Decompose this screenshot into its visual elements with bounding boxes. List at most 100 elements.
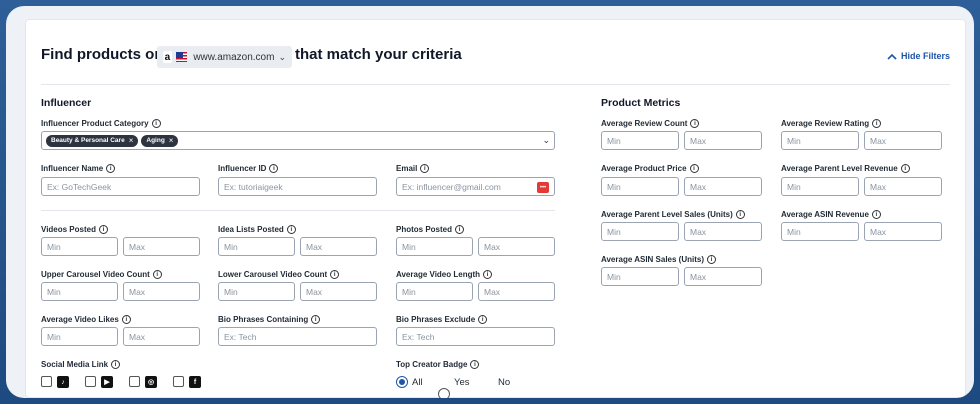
review-count-min[interactable]: Min xyxy=(601,131,679,150)
hide-filters-button[interactable]: Hide Filters xyxy=(887,51,950,61)
divider xyxy=(41,210,555,211)
badge-radio-yes[interactable] xyxy=(438,388,450,398)
instagram-checkbox[interactable] xyxy=(129,376,140,387)
marketplace-select[interactable]: a www.amazon.com ⌄ xyxy=(157,46,292,68)
avg-video-length-min[interactable]: Min xyxy=(396,282,473,301)
top-creator-badge-label: Top Creator Badge i xyxy=(396,360,480,369)
info-icon[interactable]: i xyxy=(689,164,699,173)
category-tag: Aging × xyxy=(141,134,179,147)
remove-tag-icon[interactable]: × xyxy=(129,136,134,145)
info-icon[interactable]: i xyxy=(420,164,430,173)
info-icon[interactable]: i xyxy=(735,210,745,219)
label-text: Average Review Rating xyxy=(781,119,870,128)
bio-exclude-input[interactable]: Ex: Tech xyxy=(396,327,555,346)
parent-sales-label: Average Parent Level Sales (Units) i xyxy=(601,210,745,219)
title-suffix: that match your criteria xyxy=(295,46,462,63)
review-rating-max[interactable]: Max xyxy=(864,131,942,150)
upper-carousel-max[interactable]: Max xyxy=(123,282,200,301)
divider xyxy=(41,84,950,85)
asin-revenue-max[interactable]: Max xyxy=(864,222,942,241)
info-icon[interactable]: i xyxy=(871,210,881,219)
badge-option-all[interactable]: All xyxy=(412,377,423,388)
us-flag-icon xyxy=(175,52,188,62)
lower-carousel-min[interactable]: Min xyxy=(218,282,295,301)
badge-radio-all[interactable] xyxy=(396,376,408,388)
parent-revenue-max[interactable]: Max xyxy=(864,177,942,196)
review-count-label: Average Review Count i xyxy=(601,119,700,128)
info-icon[interactable]: i xyxy=(900,164,910,173)
info-icon[interactable]: i xyxy=(707,255,716,264)
parent-sales-max[interactable]: Max xyxy=(684,222,762,241)
review-rating-label: Average Review Rating i xyxy=(781,119,882,128)
videos-posted-max[interactable]: Max xyxy=(123,237,200,256)
parent-sales-min[interactable]: Min xyxy=(601,222,679,241)
bio-containing-input[interactable]: Ex: Tech xyxy=(218,327,377,346)
tiktok-checkbox[interactable] xyxy=(41,376,52,387)
email-input[interactable]: Ex: influencer@gmail.com ••• xyxy=(396,177,555,196)
asin-sales-min[interactable]: Min xyxy=(601,267,679,286)
label-text: Videos Posted xyxy=(41,225,96,234)
info-icon[interactable]: i xyxy=(872,119,882,128)
bio-containing-label: Bio Phrases Containing i xyxy=(218,315,321,324)
idea-lists-min[interactable]: Min xyxy=(218,237,295,256)
avg-video-likes-max[interactable]: Max xyxy=(123,327,200,346)
asin-revenue-min[interactable]: Min xyxy=(781,222,859,241)
info-icon[interactable]: i xyxy=(269,164,279,173)
info-icon[interactable]: i xyxy=(311,315,321,324)
parent-revenue-min[interactable]: Min xyxy=(781,177,859,196)
email-placeholder: Ex: influencer@gmail.com xyxy=(402,181,501,192)
badge-option-no[interactable]: No xyxy=(498,377,510,388)
category-tag: Beauty & Personal Care × xyxy=(46,134,139,147)
bio-exclude-label: Bio Phrases Exclude i xyxy=(396,315,488,324)
review-count-max[interactable]: Max xyxy=(684,131,762,150)
label-text: Lower Carousel Video Count xyxy=(218,270,328,279)
info-icon[interactable]: i xyxy=(98,225,108,234)
upper-carousel-min[interactable]: Min xyxy=(41,282,118,301)
asin-sales-label: Average ASIN Sales (Units) i xyxy=(601,255,716,264)
email-action-icon[interactable]: ••• xyxy=(537,182,549,193)
info-icon[interactable]: i xyxy=(478,315,488,324)
review-rating-min[interactable]: Min xyxy=(781,131,859,150)
idea-lists-max[interactable]: Max xyxy=(300,237,377,256)
avg-video-likes-min[interactable]: Min xyxy=(41,327,118,346)
info-icon[interactable]: i xyxy=(286,225,296,234)
info-icon[interactable]: i xyxy=(106,164,116,173)
amazon-icon: a xyxy=(163,51,172,63)
category-multiselect[interactable]: Beauty & Personal Care × Aging × ⌄ xyxy=(41,131,555,150)
label-text: Social Media Link xyxy=(41,360,109,369)
lower-carousel-label: Lower Carousel Video Count i xyxy=(218,270,340,279)
asin-sales-max[interactable]: Max xyxy=(684,267,762,286)
videos-posted-min[interactable]: Min xyxy=(41,237,118,256)
info-icon[interactable]: i xyxy=(470,360,480,369)
info-icon[interactable]: i xyxy=(151,119,161,128)
influencer-id-label: Influencer ID i xyxy=(218,164,279,173)
idea-lists-label: Idea Lists Posted i xyxy=(218,225,296,234)
photos-posted-max[interactable]: Max xyxy=(478,237,555,256)
remove-tag-icon[interactable]: × xyxy=(169,136,174,145)
influencer-name-input[interactable]: Ex: GoTechGeek xyxy=(41,177,200,196)
chevron-down-icon[interactable]: ⌄ xyxy=(542,135,550,146)
product-price-min[interactable]: Min xyxy=(601,177,679,196)
filter-card: Find products on a www.amazon.com ⌄ that… xyxy=(25,19,966,398)
info-icon[interactable]: i xyxy=(111,360,121,369)
avg-video-length-max[interactable]: Max xyxy=(478,282,555,301)
info-icon[interactable]: i xyxy=(152,270,162,279)
info-icon[interactable]: i xyxy=(121,315,131,324)
youtube-checkbox[interactable] xyxy=(85,376,96,387)
chevron-down-icon: ⌄ xyxy=(278,51,286,62)
product-metrics-heading: Product Metrics xyxy=(601,97,681,109)
influencer-id-input[interactable]: Ex: tutoriaigeek xyxy=(218,177,377,196)
lower-carousel-max[interactable]: Max xyxy=(300,282,377,301)
facebook-checkbox[interactable] xyxy=(173,376,184,387)
hide-filters-label: Hide Filters xyxy=(900,51,950,61)
youtube-icon: ▶ xyxy=(101,376,113,388)
info-icon[interactable]: i xyxy=(330,270,340,279)
info-icon[interactable]: i xyxy=(690,119,700,128)
photos-posted-min[interactable]: Min xyxy=(396,237,473,256)
info-icon[interactable]: i xyxy=(483,270,493,279)
social-media-label: Social Media Link i xyxy=(41,360,121,369)
info-icon[interactable]: i xyxy=(455,225,465,234)
avg-video-likes-label: Average Video Likes i xyxy=(41,315,131,324)
product-price-max[interactable]: Max xyxy=(684,177,762,196)
badge-option-yes[interactable]: Yes xyxy=(454,377,470,388)
